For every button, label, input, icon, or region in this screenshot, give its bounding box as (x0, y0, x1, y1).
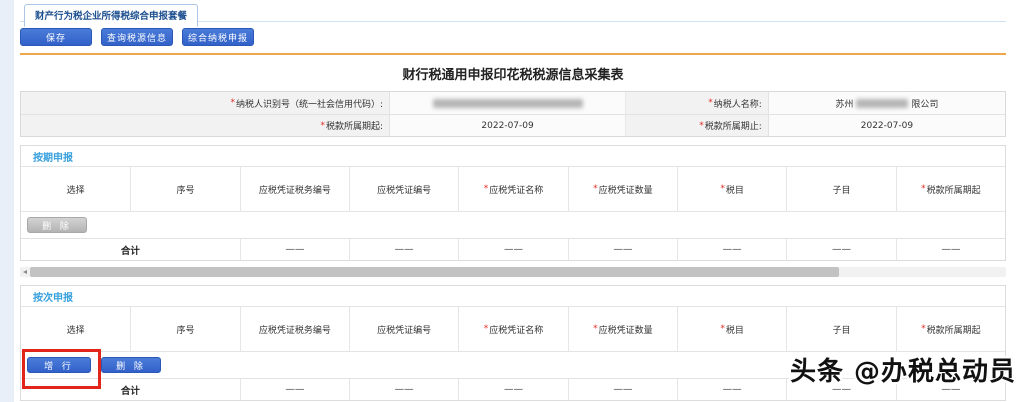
periodic-table-header: 选择序号应税凭证税务编号应税凭证编号*应税凭证名称*应税凭证数量*税目子目*税款… (21, 167, 1005, 212)
taxpayer-info-form: * 纳税人识别号（统一社会信用代码）: * 纳税人名称: 苏州 限公司 * 税款… (20, 91, 1006, 137)
watermark-text: 头条 @办税总动员 (790, 351, 1016, 388)
add-row-annotation-wrap: 增 行 (27, 357, 91, 373)
required-asterisk: * (230, 98, 235, 108)
column-header-2: 应税凭证税务编号 (240, 167, 349, 211)
total-empty-cell: —— (786, 239, 895, 260)
periodic-total-row: 合计—————————————— (21, 238, 1005, 260)
taxpayer-name-value: 苏州 限公司 (769, 92, 1005, 114)
periodic-delete-button[interactable]: 删 除 (27, 217, 87, 233)
taxpayer-name-suffix: 限公司 (911, 97, 938, 110)
taxpayer-name-prefix: 苏州 (835, 97, 853, 110)
page-title: 财行税通用申报印花税税源信息采集表 (20, 64, 1006, 83)
column-header-6: *税目 (677, 307, 786, 351)
column-header-5: *应税凭证数量 (568, 307, 677, 351)
orange-divider (20, 53, 1006, 55)
scroll-left-arrow-icon[interactable] (23, 270, 27, 274)
stamp-tax-source-collection-page: 财产行为税企业所得税综合申报套餐 保存 查询税源信息 综合纳税申报 财行税通用申… (0, 0, 1024, 402)
required-asterisk: * (593, 324, 598, 334)
column-header-0: 选择 (21, 167, 130, 211)
taxpayer-id-label: * 纳税人识别号（统一社会信用代码）: (21, 92, 390, 114)
period-start-value[interactable]: 2022-07-09 (390, 114, 626, 136)
save-button[interactable]: 保存 (20, 28, 92, 46)
total-empty-cell: —— (568, 379, 677, 400)
redacted-taxpayer-name (856, 99, 908, 108)
tab-comprehensive-filing-package[interactable]: 财产行为税企业所得税综合申报套餐 (24, 4, 198, 27)
period-start-label: * 税款所属期起: (21, 114, 390, 136)
column-header-8: *税款所属期起 (896, 167, 1005, 211)
required-asterisk: * (720, 324, 725, 334)
toolbar: 保存 查询税源信息 综合纳税申报 (20, 28, 1006, 48)
total-label: 合计 (21, 239, 240, 260)
required-asterisk: * (484, 184, 489, 194)
section-periodic-title: 按期申报 (21, 146, 1005, 167)
left-margin-strip (0, 0, 14, 402)
total-label: 合计 (21, 379, 240, 400)
period-end-value[interactable]: 2022-07-09 (769, 114, 1005, 136)
total-empty-cell: —— (240, 379, 349, 400)
column-header-7: 子目 (786, 307, 895, 351)
period-end-label: * 税款所属期止: (626, 114, 769, 136)
column-header-2: 应税凭证税务编号 (240, 307, 349, 351)
main-content: 财产行为税企业所得税综合申报套餐 保存 查询税源信息 综合纳税申报 财行税通用申… (14, 0, 1024, 402)
total-empty-cell: —— (677, 239, 786, 260)
period-start-label-text: 税款所属期起: (326, 119, 383, 132)
column-header-4: *应税凭证名称 (458, 167, 567, 211)
add-row-button[interactable]: 增 行 (27, 357, 91, 373)
required-asterisk: * (699, 121, 704, 131)
required-asterisk: * (484, 324, 489, 334)
total-empty-cell: —— (896, 239, 1005, 260)
total-empty-cell: —— (568, 239, 677, 260)
scrollbar-thumb[interactable] (30, 267, 839, 277)
taxpayer-name-label: * 纳税人名称: (626, 92, 769, 114)
required-asterisk: * (708, 98, 713, 108)
redacted-taxpayer-id (433, 99, 583, 108)
column-header-7: 子目 (786, 167, 895, 211)
column-header-6: *税目 (677, 167, 786, 211)
column-header-1: 序号 (130, 167, 239, 211)
column-header-1: 序号 (130, 307, 239, 351)
total-empty-cell: —— (458, 379, 567, 400)
periodic-button-row: 删 除 (21, 212, 1005, 238)
required-asterisk: * (320, 121, 325, 131)
required-asterisk: * (593, 184, 598, 194)
comprehensive-filing-button[interactable]: 综合纳税申报 (182, 28, 254, 46)
column-header-0: 选择 (21, 307, 130, 351)
per-occurrence-delete-button[interactable]: 删 除 (101, 357, 161, 373)
total-empty-cell: —— (240, 239, 349, 260)
taxpayer-name-label-text: 纳税人名称: (714, 97, 762, 110)
column-header-5: *应税凭证数量 (568, 167, 677, 211)
per-occurrence-table-header: 选择序号应税凭证税务编号应税凭证编号*应税凭证名称*应税凭证数量*税目子目*税款… (21, 307, 1005, 352)
section-per-occurrence-title: 按次申报 (21, 286, 1005, 307)
total-empty-cell: —— (349, 239, 458, 260)
column-header-3: 应税凭证编号 (349, 307, 458, 351)
required-asterisk: * (921, 184, 926, 194)
taxpayer-id-label-text: 纳税人识别号（统一社会信用代码）: (236, 97, 383, 110)
query-tax-source-button[interactable]: 查询税源信息 (101, 28, 173, 46)
section-periodic-filing: 按期申报 选择序号应税凭证税务编号应税凭证编号*应税凭证名称*应税凭证数量*税目… (20, 145, 1006, 261)
total-empty-cell: —— (458, 239, 567, 260)
total-empty-cell: —— (677, 379, 786, 400)
total-empty-cell: —— (349, 379, 458, 400)
tab-bar: 财产行为税企业所得税综合申报套餐 (20, 0, 1006, 22)
column-header-8: *税款所属期起 (896, 307, 1005, 351)
required-asterisk: * (720, 184, 725, 194)
column-header-3: 应税凭证编号 (349, 167, 458, 211)
periodic-horizontal-scrollbar[interactable] (20, 267, 1006, 277)
period-end-label-text: 税款所属期止: (705, 119, 762, 132)
required-asterisk: * (921, 324, 926, 334)
taxpayer-id-value (390, 92, 626, 114)
column-header-4: *应税凭证名称 (458, 307, 567, 351)
